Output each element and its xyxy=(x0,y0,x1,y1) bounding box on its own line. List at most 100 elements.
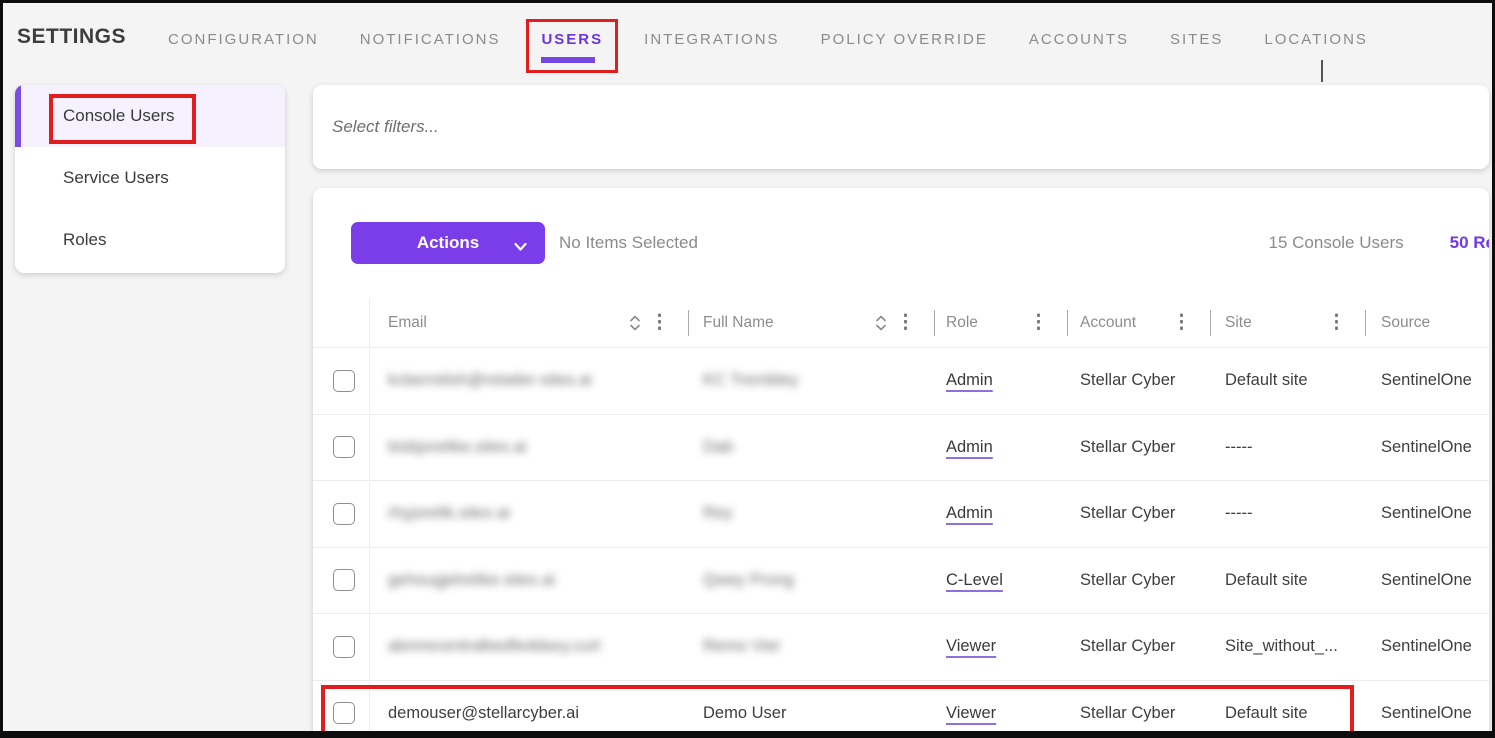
cell-role-link: Admin xyxy=(935,438,1068,457)
cell-source-text: SentinelOne xyxy=(1381,438,1472,456)
cell-site-text: Default site xyxy=(1225,704,1308,722)
cell-source: SentinelOne xyxy=(1366,571,1489,590)
header-cell-account: Account ⋮ xyxy=(1068,298,1211,347)
cell-role-link-text[interactable]: Viewer xyxy=(946,637,996,655)
nav-tab-users[interactable]: USERS xyxy=(526,19,618,73)
cell-role-link-text[interactable]: C-Level xyxy=(946,571,1003,589)
cell-site: ----- xyxy=(1211,438,1366,457)
cell-role-link-text[interactable]: Viewer xyxy=(946,704,996,722)
header-icons: ⋮ xyxy=(1327,313,1366,332)
cell-site-text: Default site xyxy=(1225,571,1308,589)
cell-full-name: Demo User xyxy=(689,704,935,723)
row-checkbox[interactable] xyxy=(333,636,355,658)
row-checkbox[interactable] xyxy=(333,436,355,458)
filter-input[interactable] xyxy=(332,117,1390,137)
sidebar-item-label: Console Users xyxy=(63,106,175,126)
cell-site-text: Default site xyxy=(1225,371,1308,389)
cell-site: Default site xyxy=(1211,371,1366,390)
cell-site: ----- xyxy=(1211,504,1366,523)
cell-full-name: Remo Vier xyxy=(689,637,935,656)
row-checkbox[interactable] xyxy=(333,702,355,724)
row-checkbox[interactable] xyxy=(333,370,355,392)
sort-icon[interactable] xyxy=(875,313,887,333)
nav-tab-accounts[interactable]: ACCOUNTS xyxy=(1029,31,1129,73)
header-icons: ⋮ xyxy=(1172,313,1211,332)
sidebar-item-roles[interactable]: Roles xyxy=(15,209,285,271)
cell-site: Site_without_... xyxy=(1211,637,1366,656)
cell-account-text: Stellar Cyber xyxy=(1080,504,1175,522)
sort-icon[interactable] xyxy=(629,313,641,333)
cell-full-name-text: Rey xyxy=(703,504,732,522)
cell-email: abmrecentralbedfeddaxy.curt xyxy=(369,637,689,656)
cell-source: SentinelOne xyxy=(1366,704,1489,723)
cell-account-text: Stellar Cyber xyxy=(1080,371,1175,389)
table-toolbar: Actions No Items Selected 15 Console Use… xyxy=(313,188,1489,298)
filter-bar xyxy=(313,85,1489,169)
cell-email: gehougjelrelike.sitex.ai xyxy=(369,571,689,590)
kebab-menu-icon[interactable]: ⋮ xyxy=(1327,313,1346,332)
cell-full-name-text: Qwey Prong xyxy=(703,571,794,589)
chevron-down-icon xyxy=(514,237,527,257)
header-icons: ⋮ xyxy=(1029,313,1068,332)
nav-tab-sites[interactable]: SITES xyxy=(1170,31,1223,73)
cell-full-name-text: Dab xyxy=(703,438,733,456)
cell-full-name-text: Remo Vier xyxy=(703,637,781,655)
kebab-menu-icon[interactable]: ⋮ xyxy=(896,313,915,332)
cell-account-text: Stellar Cyber xyxy=(1080,438,1175,456)
cell-email-text: kcberrelish@retailer-sites.ai xyxy=(388,371,592,389)
cell-full-name: Dab xyxy=(689,438,935,457)
sidebar-item-console-users[interactable]: Console Users xyxy=(15,85,285,147)
nav-tab-notifications[interactable]: NOTIFICATIONS xyxy=(360,31,501,73)
header-cell-source: Source xyxy=(1366,298,1489,347)
cell-checkbox xyxy=(313,503,369,525)
cell-role-link: C-Level xyxy=(935,571,1068,590)
kebab-menu-icon[interactable]: ⋮ xyxy=(650,313,669,332)
cell-role-link-text[interactable]: Admin xyxy=(946,504,993,522)
cell-site-text: ----- xyxy=(1225,504,1252,522)
nav-tab-locations[interactable]: LOCATIONS xyxy=(1264,31,1368,73)
actions-button[interactable]: Actions xyxy=(351,222,545,264)
active-tab-underline xyxy=(541,57,595,63)
sidebar-item-service-users[interactable]: Service Users xyxy=(15,147,285,209)
cell-account-text: Stellar Cyber xyxy=(1080,704,1175,722)
row-checkbox[interactable] xyxy=(333,503,355,525)
cell-role-link: Viewer xyxy=(935,704,1068,723)
table-body: kcberrelish@retailer-sites.ai KC Trembley… xyxy=(313,348,1489,738)
records-per-page-link[interactable]: 50 Re xyxy=(1450,233,1489,253)
kebab-menu-icon[interactable]: ⋮ xyxy=(1172,313,1191,332)
header-icons: ⋮ xyxy=(629,313,689,333)
cell-source-text: SentinelOne xyxy=(1381,571,1472,589)
column-label-account: Account xyxy=(1080,314,1136,332)
users-table-card: Actions No Items Selected 15 Console Use… xyxy=(313,188,1489,738)
nav-tab-label: USERS xyxy=(541,31,603,48)
cell-full-name-text: KC Trembley xyxy=(703,371,798,389)
cell-email: demouser@stellarcyber.ai xyxy=(369,704,689,723)
cell-source-text: SentinelOne xyxy=(1381,371,1472,389)
table-row: gehougjelrelike.sitex.ai Qwey Prong C-Leve… xyxy=(313,548,1489,615)
nav-tab-configuration[interactable]: CONFIGURATION xyxy=(168,31,319,73)
top-navigation: SETTINGS CONFIGURATIONNOTIFICATIONSUSERS… xyxy=(3,3,1492,85)
cell-email-text: abmrecentralbedfeddaxy.curt xyxy=(388,637,600,655)
row-checkbox[interactable] xyxy=(333,569,355,591)
kebab-menu-icon[interactable]: ⋮ xyxy=(1029,313,1048,332)
sidebar-item-label: Roles xyxy=(63,230,106,250)
nav-tab-label: POLICY OVERRIDE xyxy=(821,31,988,48)
nav-tab-policy-override[interactable]: POLICY OVERRIDE xyxy=(821,31,988,73)
column-label-name: Full Name xyxy=(703,314,774,332)
cell-email: bisbjorelike.sites.ai xyxy=(369,438,689,457)
console-users-count: 15 Console Users xyxy=(1269,233,1404,253)
header-cell-name: Full Name ⋮ xyxy=(689,298,935,347)
sidebar: Console Users Service Users Roles xyxy=(15,85,285,273)
cell-role-link-text[interactable]: Admin xyxy=(946,438,993,456)
cell-account: Stellar Cyber xyxy=(1068,704,1211,723)
header-cell-email: Email⋮ xyxy=(369,298,689,347)
cell-source: SentinelOne xyxy=(1366,438,1489,457)
cell-account: Stellar Cyber xyxy=(1068,371,1211,390)
cell-site-text: Site_without_... xyxy=(1225,637,1338,655)
nav-tab-integrations[interactable]: INTEGRATIONS xyxy=(644,31,779,73)
cell-account: Stellar Cyber xyxy=(1068,504,1211,523)
cell-role-link: Viewer xyxy=(935,637,1068,656)
header-cell-role: Role⋮ xyxy=(935,298,1068,347)
cell-role-link-text[interactable]: Admin xyxy=(946,371,993,389)
header-cell-site: Site⋮ xyxy=(1211,298,1366,347)
